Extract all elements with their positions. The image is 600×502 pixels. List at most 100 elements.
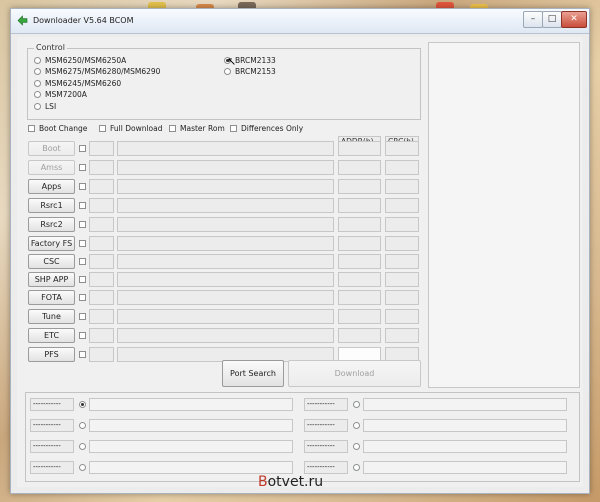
file-select-button[interactable]: FOTA bbox=[28, 290, 75, 305]
chipset-option[interactable]: MSM7200A bbox=[34, 90, 87, 99]
port-radio[interactable] bbox=[79, 443, 86, 450]
file-size-field bbox=[89, 254, 114, 269]
file-select-button[interactable]: ETC bbox=[28, 328, 75, 343]
port-radio[interactable] bbox=[353, 422, 360, 429]
close-button[interactable]: ✕ bbox=[561, 11, 587, 28]
boot-change-option[interactable]: Boot Change bbox=[28, 123, 87, 133]
crc-field bbox=[385, 141, 419, 156]
file-path-field[interactable] bbox=[117, 254, 334, 269]
file-path-field[interactable] bbox=[117, 272, 334, 287]
chipset-option[interactable]: MSM6250/MSM6250A bbox=[34, 55, 126, 65]
port-search-button[interactable]: Port Search bbox=[222, 360, 284, 387]
chipset-radio[interactable] bbox=[224, 68, 231, 75]
addr-field[interactable] bbox=[338, 328, 381, 343]
crc-field bbox=[385, 328, 419, 343]
port-status-field bbox=[363, 419, 567, 432]
control-legend: Control bbox=[34, 43, 67, 52]
file-select-button[interactable]: SHP APP bbox=[28, 272, 75, 287]
file-select-button[interactable]: CSC bbox=[28, 254, 75, 269]
file-size-field bbox=[89, 141, 114, 156]
port-radio[interactable] bbox=[79, 401, 86, 408]
file-select-button[interactable]: Tune bbox=[28, 309, 75, 324]
chipset-label: MSM7200A bbox=[45, 90, 87, 99]
full-download-option[interactable]: Full Download bbox=[99, 123, 163, 133]
file-path-field[interactable] bbox=[117, 141, 334, 156]
addr-field[interactable] bbox=[338, 272, 381, 287]
full-download-label: Full Download bbox=[110, 123, 163, 133]
file-path-field[interactable] bbox=[117, 328, 334, 343]
master-rom-checkbox[interactable] bbox=[169, 124, 176, 132]
file-select-button[interactable]: PFS bbox=[28, 347, 75, 362]
file-row-checkbox[interactable] bbox=[79, 145, 86, 152]
file-select-button[interactable]: Rsrc2 bbox=[28, 217, 75, 232]
file-select-button[interactable]: Amss bbox=[28, 160, 75, 175]
port-label: ----------- bbox=[304, 440, 348, 453]
chipset-option[interactable]: MSM6275/MSM6280/MSM6290 bbox=[34, 67, 160, 76]
file-row-checkbox[interactable] bbox=[79, 221, 86, 228]
crc-field bbox=[385, 236, 419, 251]
file-row-checkbox[interactable] bbox=[79, 276, 86, 283]
port-radio[interactable] bbox=[79, 422, 86, 429]
file-select-button[interactable]: Rsrc1 bbox=[28, 198, 75, 213]
addr-field[interactable] bbox=[338, 254, 381, 269]
port-status-field bbox=[89, 440, 293, 453]
title-bar[interactable]: Downloader V5.64 BCOM – □ ✕ bbox=[11, 9, 589, 34]
crc-field bbox=[385, 272, 419, 287]
file-row-checkbox[interactable] bbox=[79, 240, 86, 247]
boot-change-checkbox[interactable] bbox=[28, 124, 35, 132]
file-path-field[interactable] bbox=[117, 217, 334, 232]
download-button[interactable]: Download bbox=[288, 360, 421, 387]
green-arrow-icon bbox=[17, 15, 28, 26]
chipset-radio[interactable] bbox=[34, 102, 41, 110]
addr-field[interactable] bbox=[338, 309, 381, 324]
file-select-button[interactable]: Apps bbox=[28, 179, 75, 194]
crc-field bbox=[385, 217, 419, 232]
file-row-checkbox[interactable] bbox=[79, 332, 86, 339]
file-path-field[interactable] bbox=[117, 290, 334, 305]
chipset-radio[interactable] bbox=[34, 68, 41, 75]
file-row-checkbox[interactable] bbox=[79, 294, 86, 301]
file-path-field[interactable] bbox=[117, 198, 334, 213]
window-title: Downloader V5.64 BCOM bbox=[33, 16, 134, 25]
log-panel[interactable] bbox=[428, 42, 580, 388]
file-row-checkbox[interactable] bbox=[79, 183, 86, 190]
chipset-radio[interactable] bbox=[34, 79, 41, 87]
file-path-field[interactable] bbox=[117, 179, 334, 194]
chipset-radio[interactable] bbox=[34, 91, 41, 98]
addr-field[interactable] bbox=[338, 217, 381, 232]
file-select-button[interactable]: Boot bbox=[28, 141, 75, 156]
port-radio[interactable] bbox=[353, 464, 360, 471]
file-row-checkbox[interactable] bbox=[79, 351, 86, 358]
file-row-checkbox[interactable] bbox=[79, 202, 86, 209]
addr-field[interactable] bbox=[338, 160, 381, 175]
crc-field bbox=[385, 290, 419, 305]
boot-change-label: Boot Change bbox=[39, 123, 88, 133]
differences-only-checkbox[interactable] bbox=[230, 124, 237, 132]
addr-field[interactable] bbox=[338, 290, 381, 305]
file-path-field[interactable] bbox=[117, 236, 334, 251]
chipset-option[interactable]: LSI bbox=[34, 101, 56, 111]
file-row-checkbox[interactable] bbox=[79, 313, 86, 320]
chipset-label: LSI bbox=[45, 101, 57, 111]
maximize-button[interactable]: □ bbox=[542, 11, 562, 28]
port-radio[interactable] bbox=[353, 401, 360, 408]
minimize-button[interactable]: – bbox=[523, 11, 543, 28]
port-radio[interactable] bbox=[79, 464, 86, 471]
master-rom-option[interactable]: Master Rom bbox=[169, 123, 225, 133]
port-radio[interactable] bbox=[353, 443, 360, 450]
file-path-field[interactable] bbox=[117, 309, 334, 324]
ports-group: ----------- ----------- ----------- -------… bbox=[25, 392, 580, 482]
full-download-checkbox[interactable] bbox=[99, 124, 106, 132]
differences-only-option[interactable]: Differences Only bbox=[230, 123, 303, 133]
addr-field[interactable] bbox=[338, 179, 381, 194]
addr-field[interactable] bbox=[338, 236, 381, 251]
chipset-option[interactable]: MSM6245/MSM6260 bbox=[34, 78, 121, 88]
file-row-checkbox[interactable] bbox=[79, 258, 86, 265]
addr-field[interactable] bbox=[338, 141, 381, 156]
file-select-button[interactable]: Factory FS bbox=[28, 236, 75, 251]
file-path-field[interactable] bbox=[117, 160, 334, 175]
file-row-checkbox[interactable] bbox=[79, 164, 86, 171]
chipset-radio[interactable] bbox=[34, 56, 41, 64]
addr-field[interactable] bbox=[338, 198, 381, 213]
differences-only-label: Differences Only bbox=[241, 123, 304, 133]
